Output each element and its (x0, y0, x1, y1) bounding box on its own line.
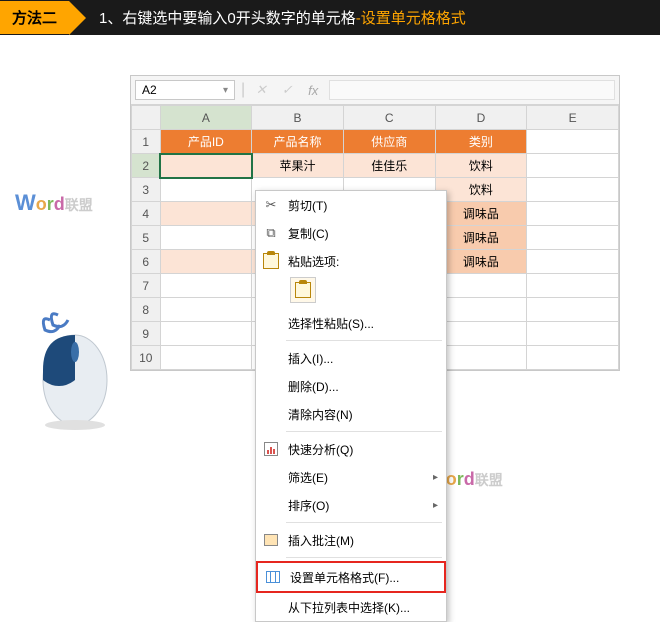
cell[interactable] (527, 178, 619, 202)
row-header[interactable]: 8 (132, 298, 161, 322)
cell[interactable]: 供应商 (343, 130, 435, 154)
menu-clear[interactable]: 清除内容(N) (256, 400, 446, 428)
context-menu: ✂ 剪切(T) ⧉ 复制(C) 粘贴选项: 选择性粘贴(S)... 插入(I).… (255, 190, 447, 622)
menu-quick-analysis[interactable]: 快速分析(Q) (256, 435, 446, 463)
row-header[interactable]: 1 (132, 130, 161, 154)
submenu-arrow-icon: ▸ (433, 500, 438, 511)
method-tag: 方法二 (0, 1, 69, 34)
menu-sort[interactable]: 排序(O) ▸ (256, 491, 446, 519)
selected-cell[interactable] (160, 154, 252, 178)
row-header[interactable]: 7 (132, 274, 161, 298)
cell[interactable]: 苹果汁 (252, 154, 344, 178)
menu-insert[interactable]: 插入(I)... (256, 344, 446, 372)
col-header[interactable]: B (252, 106, 344, 130)
instruction-text: 1、右键选中要输入0开头数字的单元格-设置单元格格式 (99, 7, 466, 28)
row-header[interactable]: 10 (132, 346, 161, 370)
cell[interactable] (160, 250, 252, 274)
col-header[interactable]: E (527, 106, 619, 130)
row-header[interactable]: 2 (132, 154, 161, 178)
cell[interactable] (160, 226, 252, 250)
copy-icon: ⧉ (262, 224, 280, 242)
scissors-icon: ✂ (262, 196, 280, 214)
cell[interactable]: 调味品 (435, 226, 527, 250)
mouse-illustration (30, 310, 120, 435)
dropdown-icon[interactable]: ▾ (223, 85, 228, 96)
cell[interactable] (527, 202, 619, 226)
paste-default-button[interactable] (290, 277, 316, 303)
row-header[interactable]: 5 (132, 226, 161, 250)
row-header[interactable]: 4 (132, 202, 161, 226)
cell[interactable]: 佳佳乐 (343, 154, 435, 178)
row-header[interactable]: 3 (132, 178, 161, 202)
format-cells-icon (264, 568, 282, 586)
cell[interactable]: 调味品 (435, 202, 527, 226)
cell[interactable] (527, 154, 619, 178)
menu-cut[interactable]: ✂ 剪切(T) (256, 191, 446, 219)
paste-icon (262, 252, 280, 270)
cell[interactable] (160, 202, 252, 226)
row-header[interactable]: 9 (132, 322, 161, 346)
menu-paste-special[interactable]: 选择性粘贴(S)... (256, 309, 446, 337)
watermark: Word联盟 (15, 190, 93, 216)
menu-format-cells[interactable]: 设置单元格格式(F)... (256, 561, 446, 593)
cell[interactable] (160, 178, 252, 202)
fx-icon[interactable]: fx (303, 80, 323, 100)
menu-paste-options: 粘贴选项: (256, 247, 446, 275)
menu-insert-comment[interactable]: 插入批注(M) (256, 526, 446, 554)
quick-analysis-icon (262, 440, 280, 458)
cell[interactable]: 产品ID (160, 130, 252, 154)
submenu-arrow-icon: ▸ (433, 472, 438, 483)
formula-bar-row: A2▾ | ✕ ✓ fx (131, 76, 619, 105)
cell[interactable]: 饮料 (435, 154, 527, 178)
paste-option-buttons (256, 275, 446, 309)
name-box[interactable]: A2▾ (135, 80, 235, 100)
formula-bar[interactable] (329, 80, 615, 100)
cell[interactable]: 调味品 (435, 250, 527, 274)
instruction-banner: 方法二 1、右键选中要输入0开头数字的单元格-设置单元格格式 (0, 0, 660, 35)
col-header[interactable]: D (435, 106, 527, 130)
cancel-icon[interactable]: ✕ (251, 80, 271, 100)
col-header[interactable]: A (160, 106, 252, 130)
menu-delete[interactable]: 删除(D)... (256, 372, 446, 400)
enter-icon[interactable]: ✓ (277, 80, 297, 100)
menu-copy[interactable]: ⧉ 复制(C) (256, 219, 446, 247)
col-header[interactable]: C (343, 106, 435, 130)
menu-pick-from-list[interactable]: 从下拉列表中选择(K)... (256, 593, 446, 621)
menu-filter[interactable]: 筛选(E) ▸ (256, 463, 446, 491)
cell[interactable] (527, 250, 619, 274)
cell[interactable] (527, 130, 619, 154)
cell[interactable]: 饮料 (435, 178, 527, 202)
cell[interactable]: 产品名称 (252, 130, 344, 154)
comment-icon (262, 531, 280, 549)
cell[interactable]: 类别 (435, 130, 527, 154)
cell[interactable] (527, 226, 619, 250)
row-header[interactable]: 6 (132, 250, 161, 274)
